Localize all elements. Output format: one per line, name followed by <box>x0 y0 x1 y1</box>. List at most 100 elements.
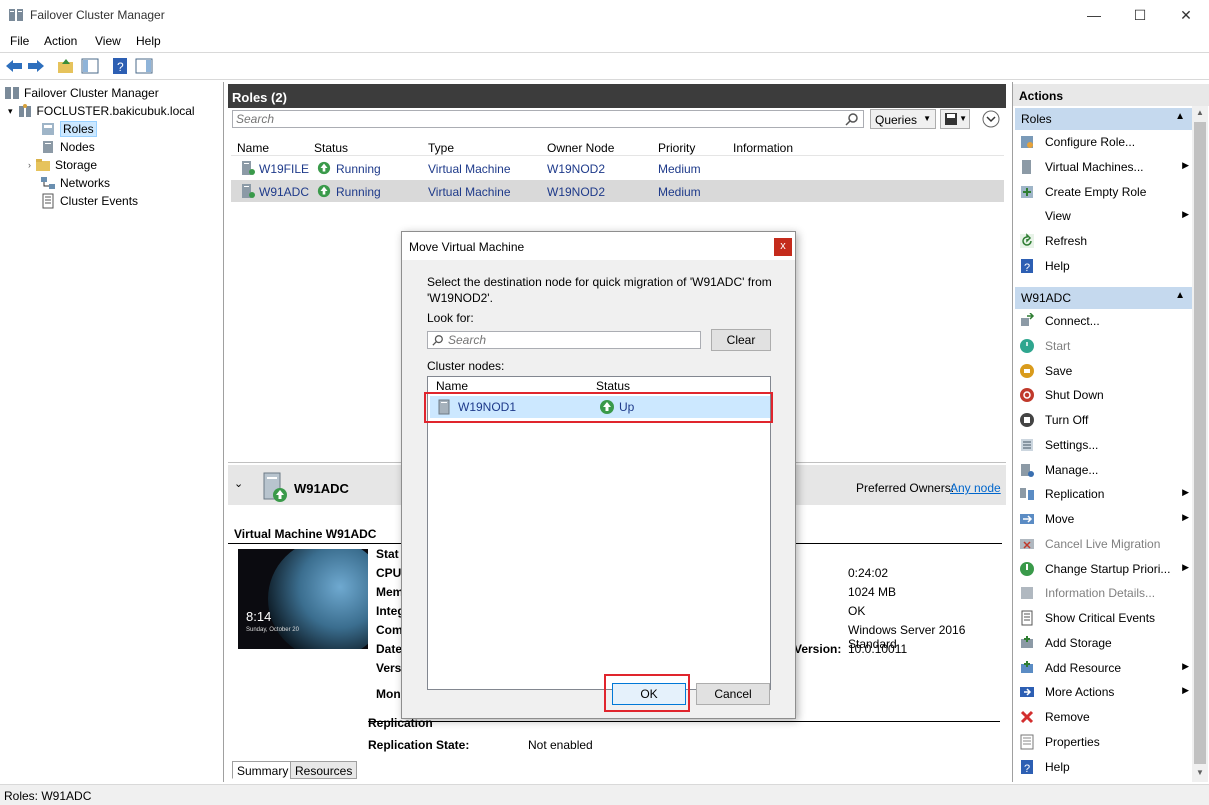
action-turn-off[interactable]: Turn Off <box>1015 408 1193 432</box>
action-label: Show Critical Events <box>1045 611 1156 625</box>
col-type[interactable]: Type <box>428 141 454 155</box>
queries-button[interactable]: Queries ▼ <box>870 109 936 129</box>
actions-section-vm[interactable]: W91ADC ▲ <box>1015 287 1193 309</box>
scroll-down-icon[interactable]: ▼ <box>1196 768 1204 777</box>
role-owner: W19NOD2 <box>547 185 606 199</box>
action-add-storage[interactable]: Add Storage <box>1015 631 1193 655</box>
col-owner-node[interactable]: Owner Node <box>547 141 614 155</box>
collapse-arrow-icon[interactable]: ▾ <box>8 106 13 117</box>
menu-file[interactable]: File <box>10 34 29 48</box>
forward-arrow-icon[interactable] <box>26 57 46 75</box>
virtual-machine-icon <box>242 184 255 198</box>
critical-events-icon <box>1019 610 1035 626</box>
scroll-up-icon[interactable]: ▲ <box>1196 108 1204 117</box>
role-priority: Medium <box>658 162 701 176</box>
expand-arrow-icon[interactable]: › <box>28 160 31 170</box>
menu-action[interactable]: Action <box>44 34 77 48</box>
action-label: Help <box>1045 258 1070 273</box>
collapse-chevron-icon[interactable]: ⌄ <box>234 477 243 490</box>
minimize-button[interactable]: — <box>1071 0 1117 30</box>
dialog-search-box[interactable] <box>427 331 701 349</box>
cancel-button[interactable]: Cancel <box>696 683 770 705</box>
preferred-owners-link[interactable]: Any node <box>950 481 1001 495</box>
save-query-button[interactable]: ▼ <box>940 109 970 129</box>
scrollbar-thumb[interactable] <box>1194 122 1206 764</box>
roles-search-box[interactable] <box>232 110 864 128</box>
action-virtual-machines[interactable]: Virtual Machines... ▶ <box>1015 155 1193 179</box>
action-more-actions[interactable]: More Actions ▶ <box>1015 680 1193 704</box>
col-node-name[interactable]: Name <box>436 379 468 393</box>
table-row[interactable]: W91ADC Running Virtual Machine W19NOD2 M… <box>231 180 1004 202</box>
action-replication[interactable]: Replication ▶ <box>1015 482 1193 506</box>
action-remove[interactable]: Remove <box>1015 705 1193 729</box>
col-priority[interactable]: Priority <box>658 141 695 155</box>
search-icon[interactable] <box>845 112 859 126</box>
tree-item-roles[interactable]: Roles <box>40 120 97 138</box>
show-action-pane-icon[interactable] <box>134 57 154 75</box>
tree-cluster-label: FOCLUSTER.bakicubuk.local <box>36 104 195 118</box>
action-help[interactable]: ? Help <box>1015 254 1193 278</box>
col-information[interactable]: Information <box>733 141 793 155</box>
actions-scrollbar[interactable]: ▲ ▼ <box>1192 106 1208 782</box>
menu-help[interactable]: Help <box>136 34 161 48</box>
tree-cluster[interactable]: ▾ FOCLUSTER.bakicubuk.local <box>8 102 195 120</box>
role-owner: W19NOD2 <box>547 162 606 176</box>
col-name[interactable]: Name <box>237 141 269 155</box>
action-create-empty-role[interactable]: Create Empty Role <box>1015 180 1193 204</box>
action-configure-role[interactable]: Configure Role... <box>1015 130 1193 154</box>
tree-item-storage[interactable]: › Storage <box>28 156 97 174</box>
preferred-owners-label: Preferred Owners: <box>856 481 955 495</box>
action-connect[interactable]: Connect... <box>1015 309 1193 333</box>
virtual-machine-large-icon <box>263 472 287 502</box>
back-arrow-icon[interactable] <box>4 57 24 75</box>
move-icon <box>1019 511 1035 527</box>
action-cancel-live-migration[interactable]: Cancel Live Migration <box>1015 532 1193 556</box>
collapse-caret-icon[interactable]: ▲ <box>1175 290 1185 301</box>
tree-item-networks[interactable]: Networks <box>40 174 110 192</box>
title-bar: Failover Cluster Manager — ☐ ✕ <box>0 0 1209 30</box>
close-window-button[interactable]: ✕ <box>1163 0 1209 30</box>
tree-root[interactable]: Failover Cluster Manager <box>4 84 159 102</box>
action-add-resource[interactable]: Add Resource ▶ <box>1015 656 1193 680</box>
tree-item-nodes[interactable]: Nodes <box>40 138 95 156</box>
vm-thumbnail[interactable]: 8:14 Sunday, October 20 <box>238 549 368 649</box>
table-row[interactable]: W19FILE Running Virtual Machine W19NOD2 … <box>231 157 1004 179</box>
up-folder-icon[interactable] <box>56 57 76 75</box>
show-hide-tree-icon[interactable] <box>80 57 100 75</box>
prop-label: CPU <box>376 566 402 580</box>
col-status[interactable]: Status <box>314 141 348 155</box>
action-shut-down[interactable]: Shut Down <box>1015 383 1193 407</box>
action-manage[interactable]: Manage... <box>1015 458 1193 482</box>
action-view[interactable]: View ▶ <box>1015 204 1193 228</box>
action-change-startup-priori[interactable]: Change Startup Priori... ▶ <box>1015 557 1193 581</box>
dialog-search-input[interactable] <box>448 333 698 347</box>
actions-section-roles[interactable]: Roles ▲ <box>1015 108 1193 130</box>
col-node-status[interactable]: Status <box>596 379 630 393</box>
action-show-critical-events[interactable]: Show Critical Events <box>1015 606 1193 630</box>
action-help[interactable]: ? Help <box>1015 755 1193 779</box>
tab-summary[interactable]: Summary <box>232 761 294 779</box>
maximize-button[interactable]: ☐ <box>1117 0 1163 30</box>
menu-view[interactable]: View <box>95 34 121 48</box>
action-settings[interactable]: Settings... <box>1015 433 1193 457</box>
roles-icon <box>42 123 54 135</box>
action-information-details[interactable]: Information Details... <box>1015 581 1193 605</box>
action-move[interactable]: Move ▶ <box>1015 507 1193 531</box>
cancel-migration-icon <box>1019 536 1035 552</box>
tab-resources[interactable]: Resources <box>290 761 358 779</box>
collapse-circle-icon[interactable] <box>982 110 1000 128</box>
clear-button[interactable]: Clear <box>711 329 771 351</box>
collapse-caret-icon[interactable]: ▲ <box>1175 111 1185 122</box>
action-properties[interactable]: Properties <box>1015 730 1193 754</box>
action-refresh[interactable]: Refresh <box>1015 229 1193 253</box>
tree-item-cluster-events[interactable]: Cluster Events <box>40 192 138 210</box>
dialog-close-button[interactable]: x <box>774 238 792 256</box>
roles-pane-header: Roles (2) <box>228 84 1006 108</box>
storage-folder-icon <box>36 159 50 171</box>
action-save[interactable]: Save <box>1015 359 1193 383</box>
action-start[interactable]: Start <box>1015 334 1193 358</box>
help-icon[interactable]: ? <box>110 57 130 75</box>
roles-search-input[interactable] <box>233 111 833 127</box>
save-icon <box>1019 363 1035 379</box>
dropdown-arrow-icon: ▼ <box>923 114 931 123</box>
